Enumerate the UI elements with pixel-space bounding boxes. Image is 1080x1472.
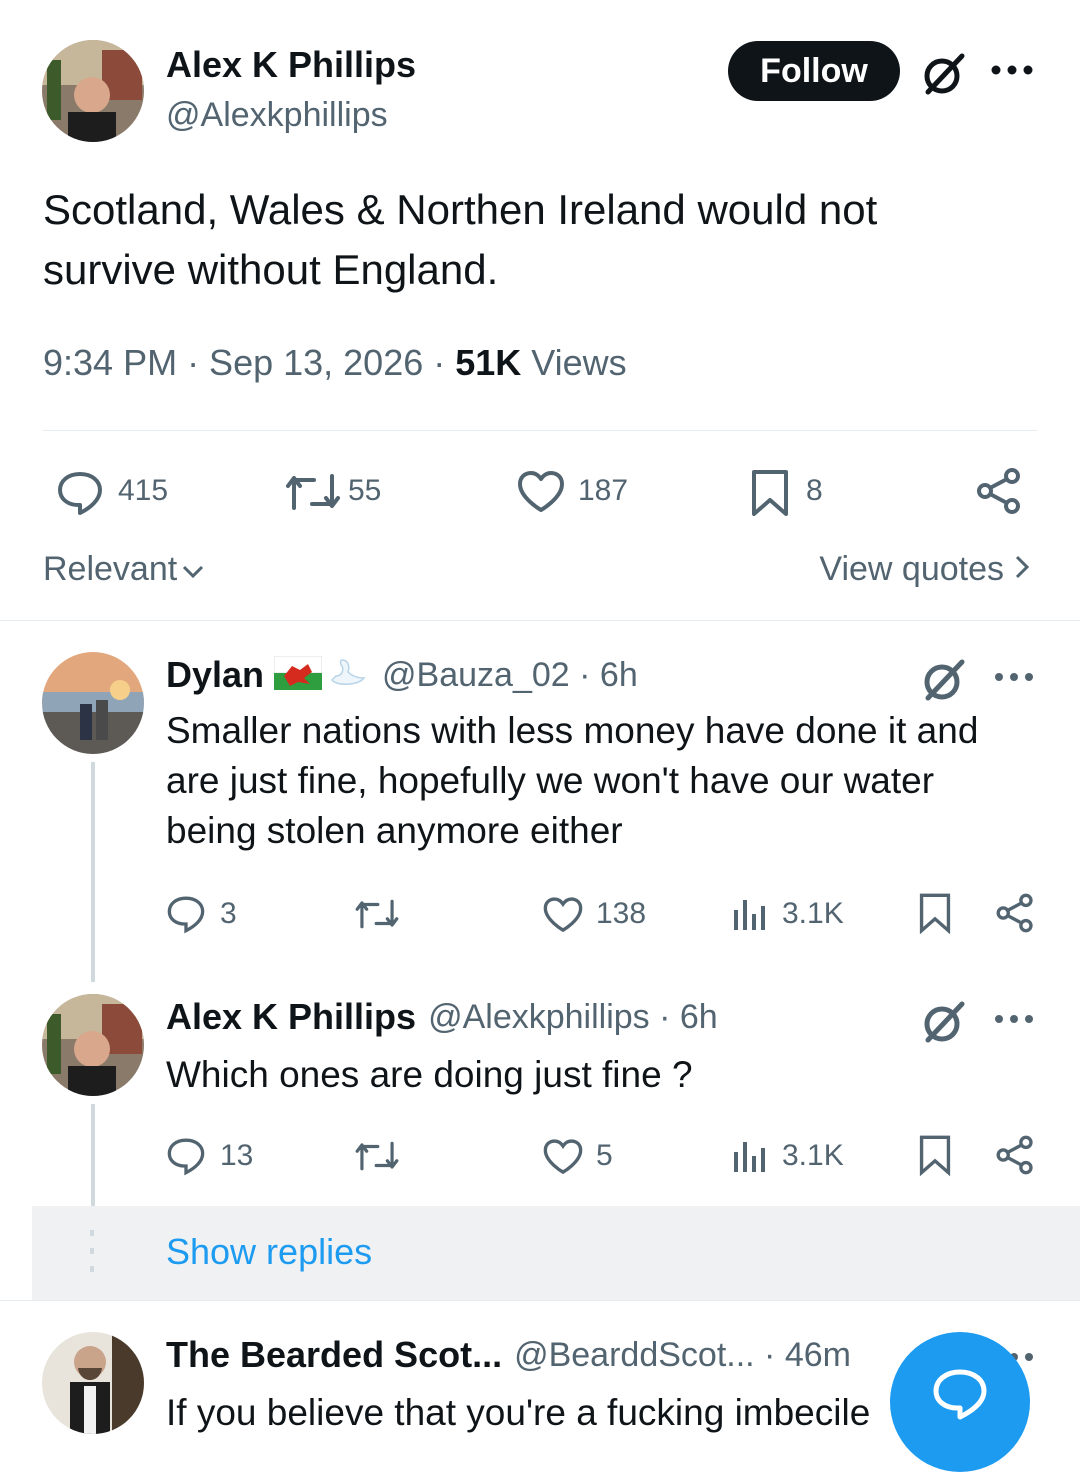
grok-icon[interactable]: [920, 656, 968, 704]
author-name[interactable]: Alex K Phillips: [166, 44, 416, 86]
reply-text: Smaller nations with less money have don…: [166, 706, 978, 856]
sort-dropdown[interactable]: Relevant: [43, 550, 205, 589]
thread-line: [91, 762, 95, 982]
divider: [0, 620, 1080, 621]
reply-handle[interactable]: @Bauza_02 · 6h: [382, 656, 638, 695]
more-options-icon[interactable]: [990, 64, 1034, 76]
reply-avatar[interactable]: [42, 1332, 144, 1434]
like-icon[interactable]: [542, 896, 584, 934]
bookmark-count: 8: [806, 474, 823, 507]
reply-header: Dylan @Bauza_02 · 6h: [166, 654, 638, 696]
author-avatar[interactable]: [42, 40, 144, 142]
reply-header: Alex K Phillips @Alexkphillips · 6h: [166, 996, 718, 1038]
like-icon[interactable]: [516, 470, 566, 514]
reply-icon[interactable]: [166, 894, 206, 934]
tweet-text-line: Scotland, Wales & Northen Ireland would …: [43, 186, 878, 233]
reply-author-name[interactable]: Alex K Phillips: [166, 996, 416, 1038]
more-options-icon[interactable]: [994, 1014, 1034, 1024]
views-count: 51K: [455, 342, 522, 383]
chat-bubble-icon: [932, 1368, 988, 1425]
reply-handle[interactable]: @Alexkphillips · 6h: [428, 998, 718, 1037]
reply-count: 13: [220, 1139, 254, 1172]
show-replies-link[interactable]: Show replies: [166, 1231, 372, 1273]
like-icon[interactable]: [542, 1138, 584, 1176]
like-count: 138: [596, 897, 647, 930]
sort-label: Relevant: [43, 550, 178, 588]
divider: [0, 1300, 1080, 1301]
tweet-text: Scotland, Wales & Northen Ireland would …: [43, 180, 877, 300]
reply-count: 415: [118, 474, 169, 507]
reply-avatar[interactable]: [42, 994, 144, 1096]
reply-text-line: Smaller nations with less money have don…: [166, 710, 979, 751]
compose-reply-button[interactable]: [890, 1332, 1030, 1472]
like-count: 5: [596, 1139, 613, 1172]
like-count: 187: [578, 474, 629, 507]
analytics-icon[interactable]: [732, 894, 768, 932]
chevron-down-icon: [181, 550, 205, 589]
reply-handle[interactable]: @BearddScot... · 46m: [514, 1336, 851, 1375]
tweet-meta: 9:34 PM · Sep 13, 2026 · 51K Views: [43, 342, 627, 384]
view-quotes-label: View quotes: [819, 550, 1004, 588]
author-handle[interactable]: @Alexkphillips: [166, 96, 388, 135]
tweet-text-line: survive without England.: [43, 246, 499, 293]
reply-avatar[interactable]: [42, 652, 144, 754]
reply-author-name[interactable]: The Bearded Scot...: [166, 1334, 502, 1376]
chevron-right-icon: [1014, 550, 1030, 589]
views-label: Views: [521, 342, 627, 383]
views-count: 3.1K: [782, 1139, 844, 1172]
share-icon[interactable]: [994, 892, 1036, 934]
more-options-icon[interactable]: [994, 672, 1034, 682]
share-icon[interactable]: [994, 1134, 1036, 1176]
reply-icon[interactable]: [56, 470, 104, 516]
bookmark-icon[interactable]: [750, 468, 790, 518]
thread-line: [91, 1104, 95, 1208]
reply-header: The Bearded Scot... @BearddScot... · 46m: [166, 1334, 851, 1376]
follow-button[interactable]: Follow: [728, 41, 900, 101]
repost-icon[interactable]: [284, 472, 342, 512]
grok-icon[interactable]: [920, 50, 968, 98]
wales-flag-icon: [273, 655, 323, 695]
swan-icon: [326, 656, 370, 695]
reply-text: If you believe that you're a fucking imb…: [166, 1392, 871, 1433]
reply-count: 3: [220, 897, 237, 930]
view-quotes-link[interactable]: View quotes: [819, 550, 1030, 589]
bookmark-icon[interactable]: [918, 1134, 952, 1176]
repost-count: 55: [348, 474, 382, 507]
reply-author-name[interactable]: Dylan: [166, 654, 264, 696]
tweet-timestamp[interactable]: 9:34 PM · Sep 13, 2026 ·: [43, 342, 455, 383]
repost-icon[interactable]: [354, 1140, 400, 1172]
show-replies-row[interactable]: Show replies: [32, 1206, 1080, 1300]
divider: [43, 430, 1037, 431]
reply-text-line: are just fine, hopefully we won't have o…: [166, 760, 935, 801]
grok-icon[interactable]: [920, 998, 968, 1046]
share-icon[interactable]: [974, 466, 1024, 516]
reply-text-line: being stolen anymore either: [166, 810, 623, 851]
analytics-icon[interactable]: [732, 1136, 768, 1174]
dotted-thread-icon: [88, 1228, 96, 1283]
bookmark-icon[interactable]: [918, 892, 952, 934]
repost-icon[interactable]: [354, 898, 400, 930]
reply-text: Which ones are doing just fine ?: [166, 1054, 693, 1095]
views-count: 3.1K: [782, 897, 844, 930]
reply-icon[interactable]: [166, 1136, 206, 1176]
